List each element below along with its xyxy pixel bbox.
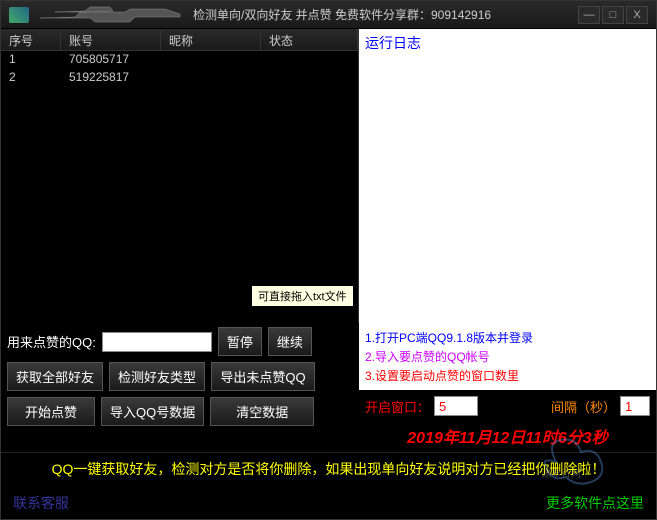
button-row-1: 获取全部好友 检测好友类型 导出未点赞QQ bbox=[7, 362, 353, 391]
info-banner: QQ一键获取好友，检测对方是否将你删除，如果出现单向好友说明对方已经把你删除啦！ bbox=[1, 452, 656, 485]
instruction-3: 3.设置要启动点赞的窗口数里 bbox=[365, 367, 650, 384]
interval-label: 间隔（秒） bbox=[551, 397, 616, 416]
timestamp: 2019年11月12日11时6分3秒 bbox=[365, 424, 650, 448]
qq-input-row: 用来点赞的QQ: 暂停 继续 bbox=[7, 327, 353, 356]
interval-input[interactable] bbox=[620, 396, 650, 416]
table-panel: 序号 账号 昵称 状态 1 705805717 2 519225817 bbox=[1, 29, 359, 323]
bottom-layout: 用来点赞的QQ: 暂停 继续 获取全部好友 检测好友类型 导出未点赞QQ 开始点… bbox=[1, 323, 656, 452]
table-body[interactable]: 1 705805717 2 519225817 可直接拖入txt文件 bbox=[1, 51, 358, 291]
timestamp-row: 2019年11月12日11时6分3秒 bbox=[365, 424, 650, 448]
footer: 联系客服 更多软件点这里 源丰行网 bbox=[1, 485, 656, 517]
log-panel: 运行日志 bbox=[359, 29, 656, 323]
instruction-1: 1.打开PC端QQ9.1.8版本并登录 bbox=[365, 329, 650, 346]
close-button[interactable]: X bbox=[626, 6, 648, 24]
import-qq-button[interactable]: 导入QQ号数据 bbox=[101, 397, 204, 426]
open-window-input[interactable] bbox=[434, 396, 478, 416]
cell-status bbox=[261, 69, 358, 87]
drag-hint-tooltip: 可直接拖入txt文件 bbox=[251, 285, 354, 307]
app-icon bbox=[9, 7, 29, 23]
cell-account: 705805717 bbox=[61, 51, 161, 69]
cell-seq: 2 bbox=[1, 69, 61, 87]
col-nickname[interactable]: 昵称 bbox=[161, 29, 261, 50]
pause-button[interactable]: 暂停 bbox=[218, 327, 262, 356]
cell-status bbox=[261, 51, 358, 69]
button-row-2: 开始点赞 导入QQ号数据 清空数据 bbox=[7, 397, 353, 426]
detect-type-button[interactable]: 检测好友类型 bbox=[109, 362, 205, 391]
resume-button[interactable]: 继续 bbox=[268, 327, 312, 356]
table-row[interactable]: 2 519225817 bbox=[1, 69, 358, 87]
titlebar[interactable]: 检测单向/双向好友 并点赞 免费软件分享群：909142916 — □ X bbox=[1, 1, 656, 29]
cell-nickname bbox=[161, 69, 261, 87]
cell-nickname bbox=[161, 51, 261, 69]
export-unliked-button[interactable]: 导出未点赞QQ bbox=[211, 362, 315, 391]
clear-data-button[interactable]: 清空数据 bbox=[210, 397, 314, 426]
col-account[interactable]: 账号 bbox=[61, 29, 161, 50]
table-row[interactable]: 1 705805717 bbox=[1, 51, 358, 69]
app-window: 检测单向/双向好友 并点赞 免费软件分享群：909142916 — □ X 序号… bbox=[0, 0, 657, 520]
cell-seq: 1 bbox=[1, 51, 61, 69]
instruction-2: 2.导入要点赞的QQ帐号 bbox=[365, 348, 650, 365]
col-seq[interactable]: 序号 bbox=[1, 29, 61, 50]
start-like-button[interactable]: 开始点赞 bbox=[7, 397, 95, 426]
window-controls: — □ X bbox=[578, 6, 648, 24]
gun-decoration bbox=[35, 4, 185, 26]
col-status[interactable]: 状态 bbox=[261, 29, 358, 50]
main-area: 序号 账号 昵称 状态 1 705805717 2 519225817 bbox=[1, 29, 656, 323]
right-controls: 1.打开PC端QQ9.1.8版本并登录 2.导入要点赞的QQ帐号 3.设置要启动… bbox=[359, 323, 656, 452]
qq-label: 用来点赞的QQ: bbox=[7, 332, 96, 351]
left-controls: 用来点赞的QQ: 暂停 继续 获取全部好友 检测好友类型 导出未点赞QQ 开始点… bbox=[1, 323, 359, 452]
table-header: 序号 账号 昵称 状态 bbox=[1, 29, 358, 51]
qq-input[interactable] bbox=[102, 332, 212, 352]
log-body[interactable] bbox=[359, 57, 656, 323]
get-friends-button[interactable]: 获取全部好友 bbox=[7, 362, 103, 391]
maximize-button[interactable]: □ bbox=[602, 6, 624, 24]
instructions: 1.打开PC端QQ9.1.8版本并登录 2.导入要点赞的QQ帐号 3.设置要启动… bbox=[359, 323, 656, 390]
contact-link[interactable]: 联系客服 bbox=[13, 493, 69, 513]
cell-account: 519225817 bbox=[61, 69, 161, 87]
more-software-link[interactable]: 更多软件点这里 bbox=[546, 493, 644, 513]
window-settings-row: 开启窗口： 间隔（秒） bbox=[365, 396, 650, 416]
log-title: 运行日志 bbox=[359, 29, 656, 57]
window-title: 检测单向/双向好友 并点赞 免费软件分享群：909142916 bbox=[193, 6, 578, 23]
open-window-label: 开启窗口： bbox=[365, 397, 430, 416]
minimize-button[interactable]: — bbox=[578, 6, 600, 24]
